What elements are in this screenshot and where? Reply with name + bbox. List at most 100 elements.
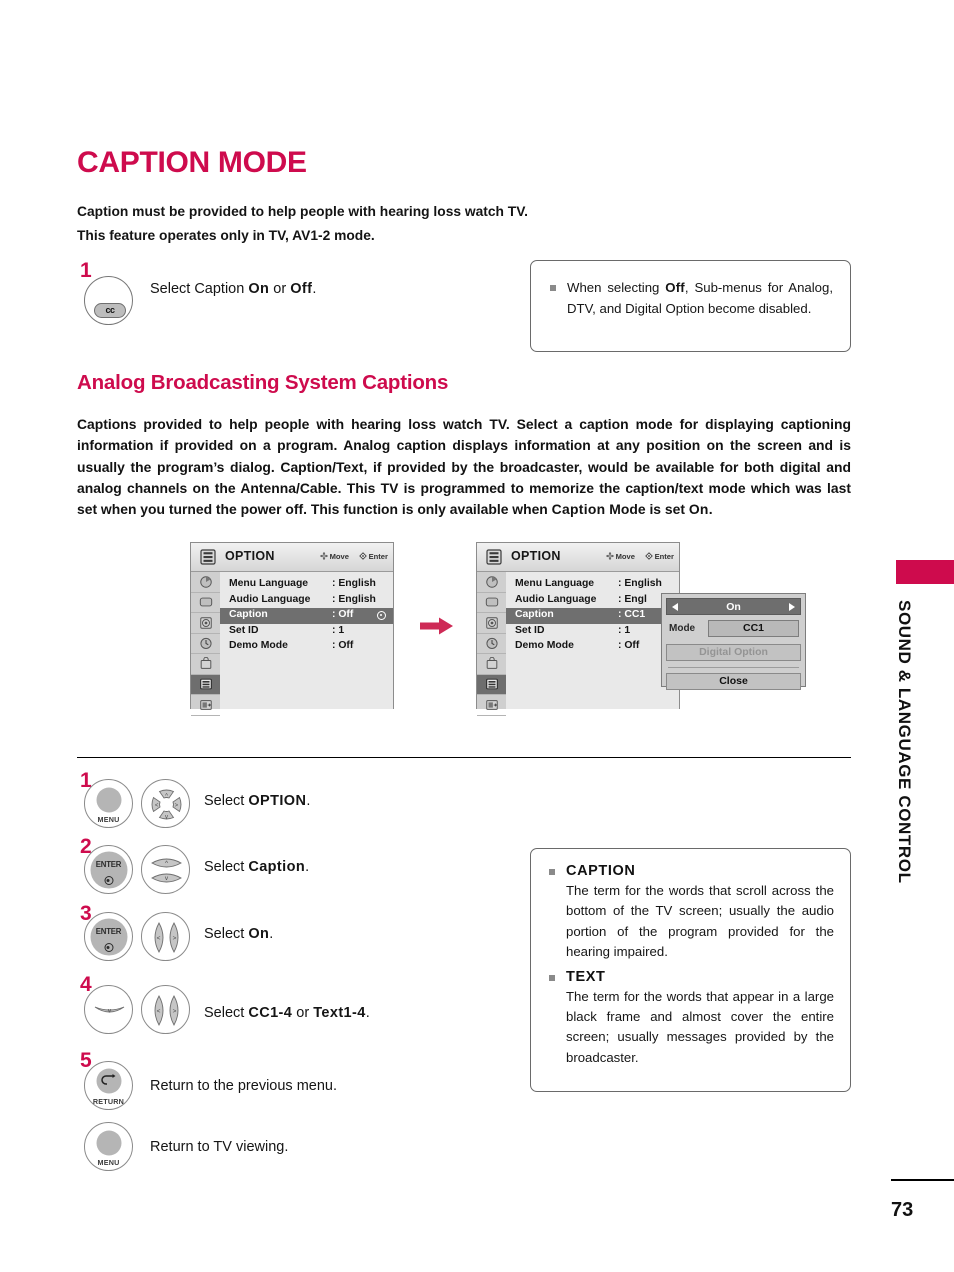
note-heading-caption-label: CAPTION	[566, 863, 636, 879]
osd-hint-move-label: Move	[615, 552, 635, 561]
input-icon	[199, 699, 212, 710]
dpad-4way[interactable]: ^ v < >	[141, 779, 190, 828]
sidebar-item-input[interactable]	[477, 695, 506, 716]
enter-button[interactable]: ENTER	[84, 845, 133, 894]
osd-row-caption[interactable]: Caption : CC1	[506, 608, 679, 624]
osd-row-label: Demo Mode	[229, 640, 288, 651]
step-2-suffix: .	[305, 859, 310, 875]
caption-mode-value[interactable]: CC1	[708, 620, 799, 637]
note-body-text: The term for the words that appear in a …	[566, 988, 834, 1065]
cc-button[interactable]: cc	[84, 276, 133, 325]
option-icon	[200, 549, 216, 565]
note-text-a: When selecting	[567, 280, 666, 295]
osd-row-value: : English	[332, 593, 376, 605]
return-button[interactable]: RETURN	[84, 1061, 133, 1110]
option-icon	[199, 678, 212, 690]
osd-rail	[191, 572, 221, 716]
menu-button[interactable]: MENU	[84, 779, 133, 828]
enter-diamond-icon	[358, 552, 367, 560]
return-button-label: RETURN	[92, 1097, 125, 1106]
osd-row-value: : Off	[332, 609, 354, 620]
osd-row-value: : CC1	[618, 609, 646, 620]
step-4-text: Select CC1-4 or Text1-4.	[204, 1005, 370, 1021]
step-3-text: Select On.	[204, 926, 273, 942]
side-tab-label: SOUND & LANGUAGE CONTROL	[895, 600, 914, 884]
sidebar-item-picture[interactable]	[191, 572, 220, 593]
osd-row-label: Audio Language	[229, 593, 311, 605]
arrow-left-icon[interactable]	[672, 603, 678, 611]
osd-row[interactable]: Set ID : 1	[506, 624, 679, 640]
note-box-caption-text: CAPTION The term for the words that scro…	[530, 848, 851, 1092]
left-right-arrows-icon: < >	[154, 922, 179, 953]
osd-row-value: : Off	[332, 640, 354, 651]
caption-mode-row: Mode CC1	[666, 620, 801, 639]
paragraph-bold-on: On	[688, 501, 709, 518]
osd-hint-move: Move	[605, 552, 635, 561]
osd-row[interactable]: Demo Mode : Off	[220, 639, 393, 655]
osd-row-caption[interactable]: Caption : Off	[220, 608, 393, 624]
step-5-text: Return to the previous menu.	[150, 1078, 337, 1094]
osd-option-list-after: Menu Language : English Audio Language :…	[506, 572, 679, 709]
osd-row[interactable]: Menu Language : English	[506, 577, 679, 593]
down-button[interactable]: v	[84, 985, 133, 1034]
osd-row-value: : 1	[618, 624, 631, 636]
sidebar-item-option[interactable]	[191, 674, 220, 695]
osd-hint-move: Move	[319, 552, 349, 561]
step-3-prefix: Select	[204, 926, 249, 942]
osd-hint-move-label: Move	[329, 552, 349, 561]
step-number: 1	[80, 259, 92, 282]
osd-row-value: : Off	[618, 640, 640, 651]
caption-popup: On Mode CC1 Digital Option Close	[661, 593, 806, 690]
side-tab-marker	[896, 560, 954, 584]
flow-arrow-icon	[420, 617, 453, 635]
arrow-right-icon[interactable]	[789, 603, 795, 611]
osd-row[interactable]: Set ID : 1	[220, 624, 393, 640]
osd-row-label: Menu Language	[229, 578, 309, 589]
sidebar-item-time[interactable]	[477, 634, 506, 654]
sidebar-item-audio[interactable]	[191, 613, 220, 634]
sidebar-item-lock[interactable]	[191, 654, 220, 675]
osd-row-label: Demo Mode	[515, 640, 574, 651]
step-4-mid: or	[292, 1005, 314, 1021]
sidebar-item-option[interactable]	[477, 674, 506, 695]
sidebar-item-lock[interactable]	[477, 654, 506, 675]
footer-rule	[891, 1179, 954, 1181]
osd-row[interactable]: Audio Language : English	[220, 593, 393, 609]
osd-screen-after: OPTION Move Enter Menu Language: Englis…	[476, 542, 680, 716]
caption-onoff-selector[interactable]: On	[666, 598, 801, 615]
paragraph-text-c: .	[708, 501, 713, 518]
step-4-suffix: .	[365, 1005, 370, 1021]
sidebar-item-audio[interactable]	[477, 613, 506, 634]
screen-icon	[199, 597, 212, 607]
caption-onoff-value: On	[726, 601, 741, 613]
enter-diamond-icon	[644, 552, 653, 560]
cc-step-instruction: Select Caption On or Off.	[150, 281, 316, 297]
sidebar-item-time[interactable]	[191, 634, 220, 654]
enter-button[interactable]: ENTER	[84, 912, 133, 961]
sidebar-item-input[interactable]	[191, 695, 220, 716]
osd-body: Menu Language : English Audio Language :…	[477, 572, 679, 716]
intro-line-2: This feature operates only in TV, AV1-2 …	[77, 228, 375, 243]
sidebar-item-screen[interactable]	[477, 593, 506, 613]
svg-text:^: ^	[165, 793, 168, 799]
paragraph-bold-caption: Caption	[551, 501, 606, 518]
osd-row-value: : Engl	[618, 593, 647, 605]
cc-instr-prefix: Select Caption	[150, 281, 249, 297]
note-box-content: CAPTION The term for the words that scro…	[531, 849, 850, 1068]
osd-row-label: Set ID	[515, 624, 545, 636]
osd-row[interactable]: Demo Mode : Off	[506, 639, 679, 655]
updown-pad[interactable]: ^ v	[141, 845, 190, 894]
audio-icon	[199, 617, 212, 629]
osd-row[interactable]: Menu Language : English	[220, 577, 393, 593]
sidebar-item-picture[interactable]	[477, 572, 506, 593]
sidebar-item-screen[interactable]	[191, 593, 220, 613]
bullet-square-icon	[550, 285, 556, 291]
close-button[interactable]: Close	[666, 673, 801, 690]
menu-button[interactable]: MENU	[84, 1122, 133, 1171]
paragraph-text-a: Captions provided to help people with he…	[77, 416, 851, 518]
leftright-pad[interactable]: < >	[141, 912, 190, 961]
digital-option-button: Digital Option	[666, 644, 801, 661]
content-divider	[77, 757, 851, 759]
leftright-pad[interactable]: < >	[141, 985, 190, 1034]
osd-row[interactable]: Audio Language : Engl	[506, 593, 679, 609]
